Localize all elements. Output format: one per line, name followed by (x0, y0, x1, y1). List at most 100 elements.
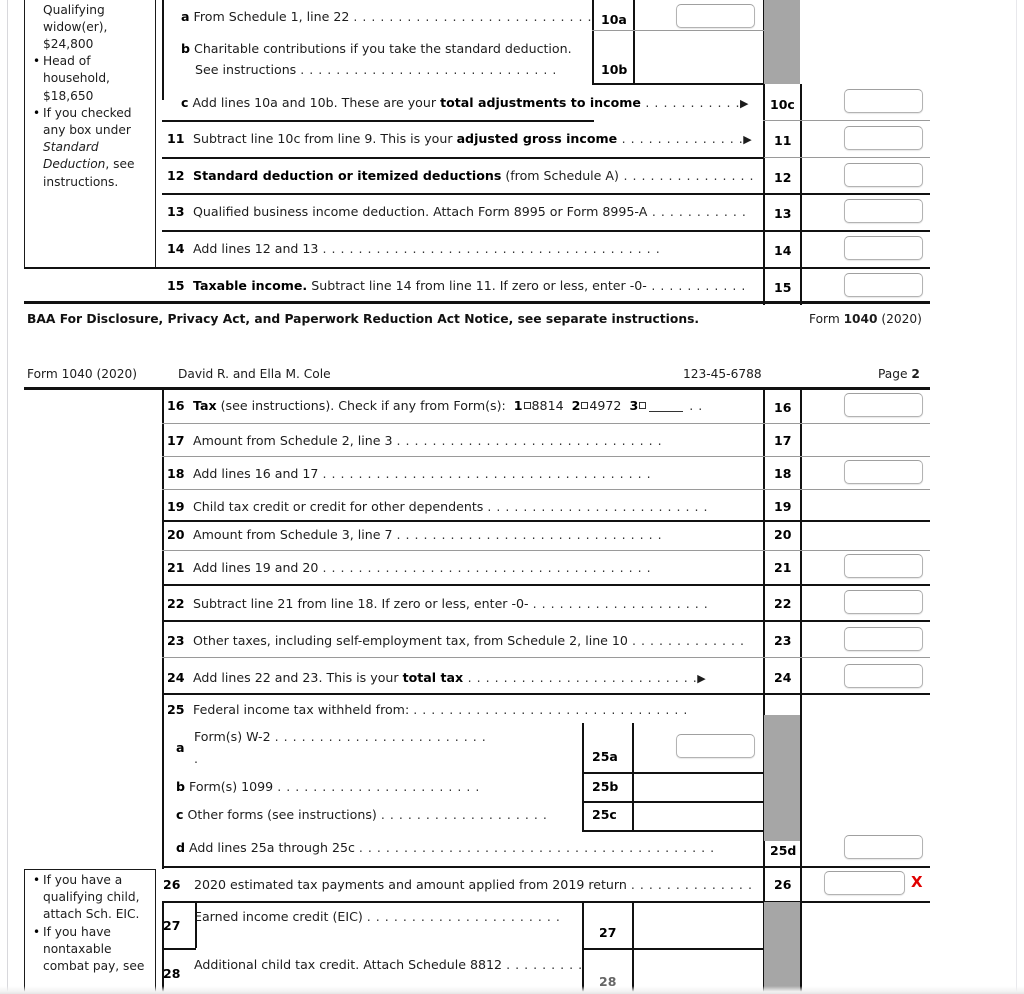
line-25-number: 25 (167, 702, 185, 717)
p2-rule-25c-bottom (582, 830, 764, 832)
p2-rule-25a-bottom (582, 772, 764, 774)
line-25c-box-label: 25c (592, 807, 617, 822)
line-24-number: 24 (167, 670, 185, 685)
line-25d-text: Add lines 25a through 25c (189, 840, 359, 855)
page2-header-form-id: Form 1040 (2020) (27, 367, 137, 381)
line-23-box-label: 23 (774, 633, 792, 648)
line-25-label: 25 Federal income tax withheld from: . .… (167, 702, 688, 717)
line-24-label: 24 Add lines 22 and 23. This is your tot… (167, 670, 706, 685)
p2-sub25-rule-right (632, 723, 634, 831)
viewport-bottom-clip (0, 986, 1024, 994)
eic-sidenote-line: combat pay, see (43, 959, 145, 974)
p2-row-rule-19 (162, 520, 930, 522)
line-25a-box-label: 25a (592, 749, 618, 764)
form-1040-document-view: Qualifying widow(er), $24,800 Head of ho… (0, 0, 1024, 994)
p2-row-rule-16 (162, 423, 930, 424)
line-28-number: 28 (163, 966, 181, 981)
p2-row-rule-23 (162, 657, 930, 658)
line-24-bold: total tax (402, 670, 464, 685)
eic-sidenote-line: nontaxable (43, 941, 112, 956)
eic-sidenote-line: attach Sch. EIC. (43, 907, 140, 922)
line-21-box-label: 21 (774, 560, 792, 575)
line-26-text: 2020 estimated tax payments and amount a… (194, 877, 753, 892)
p2-row-rule-20 (162, 550, 930, 551)
line-24-box-label: 24 (774, 670, 792, 685)
line-16-option-2-label: 4972 (589, 398, 622, 413)
line-24-arrow-icon: ▶ (697, 672, 706, 685)
p2-col-rule-main-right (800, 389, 802, 994)
p2-sub25-rule-left (582, 723, 584, 831)
line-16-other-write-in[interactable] (649, 411, 684, 412)
line-19-number: 19 (167, 499, 185, 514)
eic-sidenote-list: If you have a qualifying child, attach S… (32, 872, 149, 975)
line-16-option-2-number: 2 (571, 398, 581, 413)
line-25d-input[interactable] (844, 835, 923, 859)
eic-sidenote-line: If you have (33, 924, 149, 941)
line-23-input[interactable] (844, 627, 923, 651)
p2-rule-27-bottom (582, 948, 764, 950)
page2-header-ssn: 123-45-6788 (683, 367, 762, 381)
page2-header-page-number: Page 2 (878, 367, 920, 381)
line-25d-letter: d (176, 840, 186, 855)
line-25b-label: b Form(s) 1099 . . . . . . . . . . . . .… (176, 779, 480, 794)
line-20-box-label: 20 (774, 527, 792, 542)
line-16-number: 16 (167, 398, 185, 413)
line-24-pre: Add lines 22 and 23. This is your (193, 670, 403, 685)
line-16-checkbox-8814[interactable] (523, 402, 531, 409)
line-27-number: 27 (163, 918, 181, 933)
line-25c-text: Other forms (see instructions) (187, 807, 381, 822)
p2-row-rule-24 (162, 693, 930, 695)
line-20-label: 20 Amount from Schedule 3, line 7 . . . … (167, 527, 663, 542)
line-18-number: 18 (167, 466, 185, 481)
line-25d-box-label: 25d (770, 843, 797, 858)
p2-row-rule-25d (162, 866, 930, 868)
line-16-checkbox-other[interactable] (639, 402, 647, 409)
page2-header-rule (24, 387, 930, 390)
line-25-text: Federal income tax withheld from: (193, 702, 414, 717)
line-22-text: Subtract line 21 from line 18. If zero o… (193, 596, 533, 611)
line-17-number: 17 (167, 433, 185, 448)
eic-sidenote-line: If you have a (33, 872, 149, 889)
p2-row-rule-26 (162, 901, 930, 903)
line-23-text: Other taxes, including self-employment t… (193, 633, 632, 648)
line-22-number: 22 (167, 596, 185, 611)
line-21-input[interactable] (844, 554, 923, 578)
line-25c-label: c Other forms (see instructions) . . . .… (176, 807, 548, 822)
line-23-label: 23 Other taxes, including self-employmen… (167, 633, 745, 648)
gray-block-25abc (764, 715, 800, 841)
line-23-number: 23 (167, 633, 185, 648)
line-18-text: Add lines 16 and 17 (193, 466, 323, 481)
line-25a-letter: a (176, 740, 185, 755)
line-26-box-label: 26 (774, 877, 792, 892)
page-2-fragment: Form 1040 (2020) David R. and Ella M. Co… (0, 0, 1024, 994)
line-22-input[interactable] (844, 590, 923, 614)
line-25b-box-label: 25b (592, 779, 619, 794)
p2-col-rule-linenum (162, 389, 164, 869)
line-25a-input[interactable] (676, 734, 755, 758)
line-25a-text: Form(s) W-2 . . . . . . . . . . . . . . … (194, 729, 487, 744)
line-16-option-1-number: 1 (513, 398, 523, 413)
line-25d-label: d Add lines 25a through 25c . . . . . . … (176, 840, 715, 855)
line-21-text: Add lines 19 and 20 (193, 560, 323, 575)
line-27-text: Earned income credit (EIC) . . . . . . .… (194, 909, 561, 924)
p2-row-rule-22 (162, 620, 930, 622)
p2-rule-25b-bottom (582, 801, 764, 803)
p2-row-rule-17 (162, 456, 930, 457)
line-16-mid: (see instructions). Check if any from Fo… (216, 398, 506, 413)
line-20-number: 20 (167, 527, 185, 542)
line-18-label: 18 Add lines 16 and 17 . . . . . . . . .… (167, 466, 652, 481)
line-16-checkbox-4972[interactable] (581, 402, 589, 409)
line-27-box-label: 27 (599, 925, 617, 940)
line-16-label: 16 Tax (see instructions). Check if any … (167, 398, 703, 413)
p2-col-rule-27-text (195, 901, 197, 948)
line-16-option-3-number: 3 (629, 398, 639, 413)
line-26-number: 26 (163, 877, 181, 892)
p2-rule-27-left-stub (162, 948, 196, 950)
gray-block-27-28 (764, 902, 800, 994)
line-16-input[interactable] (844, 393, 923, 417)
line-18-input[interactable] (844, 460, 923, 484)
line-19-text: Child tax credit or credit for other dep… (193, 499, 488, 514)
line-26-input[interactable] (824, 871, 905, 895)
p2-row-rule-18 (162, 489, 930, 490)
line-24-input[interactable] (844, 664, 923, 688)
